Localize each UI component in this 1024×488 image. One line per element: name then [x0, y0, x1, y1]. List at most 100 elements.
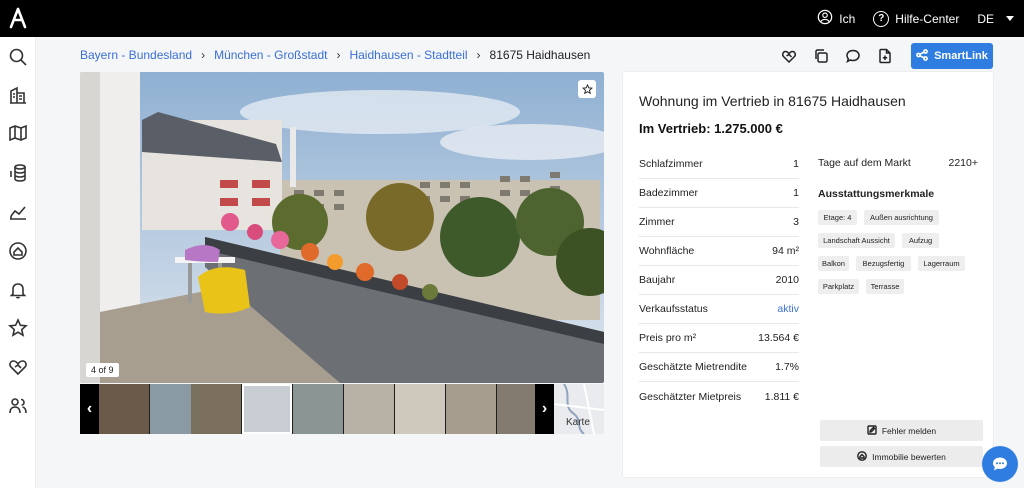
- fact-label: Geschätzte Mietrendite: [639, 361, 747, 373]
- feature-tag: Lagerraum: [918, 256, 965, 271]
- chevron-down-icon: [1006, 16, 1014, 21]
- fact-value: 3: [793, 216, 799, 228]
- fact-label: Schlafzimmer: [639, 158, 703, 170]
- fact-value: 2010: [775, 274, 799, 286]
- copy-icon[interactable]: [811, 46, 831, 66]
- help-center-link[interactable]: ? Hilfe-Center: [873, 10, 960, 27]
- thumbnail[interactable]: [395, 384, 445, 434]
- buildings-icon[interactable]: [6, 83, 30, 107]
- feature-tag: Balkon: [818, 256, 849, 271]
- smartlink-label: SmartLink: [934, 50, 988, 62]
- fact-value: 94 m²: [772, 245, 799, 257]
- listing-title: Wohnung im Vertrieb in 81675 Haidhausen: [639, 93, 906, 109]
- balcony-photo: [80, 72, 604, 383]
- photo-counter: 4 of 9: [86, 363, 119, 377]
- thumbnail-strip: ‹ ›: [80, 384, 604, 434]
- features-title: Ausstattungsmerkmale: [818, 188, 935, 200]
- sidebar: [0, 37, 36, 488]
- thumbnail[interactable]: [446, 384, 496, 434]
- bell-icon[interactable]: [6, 278, 30, 302]
- report-error-label: Fehler melden: [881, 425, 937, 436]
- breadcrumb-separator: ›: [476, 48, 481, 62]
- feature-tag: Bezugsfertig: [856, 256, 911, 271]
- breadcrumb: Bayern - Bundesland › München - Großstad…: [80, 47, 590, 63]
- feature-tag: Etage: 4: [818, 210, 857, 225]
- home-search-icon[interactable]: [6, 239, 30, 263]
- map-icon[interactable]: [6, 121, 30, 145]
- fact-value: 1: [793, 158, 799, 170]
- logo-a-icon[interactable]: [6, 6, 30, 30]
- user-label: Ich: [839, 11, 856, 26]
- top-bar: Ich ? Hilfe-Center DE: [0, 0, 1024, 37]
- fact-row: Preis pro m² 13.564 €: [639, 324, 799, 353]
- fact-label: Badezimmer: [639, 187, 698, 199]
- feature-tag: Landschaft Aussicht: [818, 233, 895, 248]
- days-value: 2210+: [948, 157, 979, 169]
- language-label: DE: [977, 11, 994, 26]
- breadcrumb-city[interactable]: München - Großstadt: [214, 48, 327, 62]
- chat-button[interactable]: [982, 446, 1018, 482]
- listing-details-card: Wohnung im Vertrieb in 81675 Haidhausen …: [623, 72, 993, 477]
- feature-tag: Aufzug: [902, 233, 939, 248]
- breadcrumb-district[interactable]: Haidhausen - Stadtteil: [349, 48, 467, 62]
- rate-property-label: Immobilie bewerten: [872, 451, 946, 462]
- fact-row: Verkaufsstatus aktiv: [639, 295, 799, 324]
- home-rate-icon: [857, 450, 868, 463]
- rate-property-button[interactable]: Immobilie bewerten: [820, 446, 983, 467]
- thumbnail[interactable]: [293, 384, 343, 434]
- thumbnail[interactable]: [344, 384, 394, 434]
- comment-icon[interactable]: [843, 46, 863, 66]
- fact-row: Zimmer 3: [639, 208, 799, 237]
- breadcrumb-separator: ›: [201, 48, 206, 62]
- breadcrumb-separator: ›: [336, 48, 341, 62]
- favorite-star-icon[interactable]: [578, 80, 596, 98]
- fact-row: Schlafzimmer 1: [639, 150, 799, 179]
- add-file-icon[interactable]: [875, 46, 895, 66]
- user-icon: [817, 9, 833, 28]
- smartlink-button[interactable]: SmartLink: [911, 43, 993, 69]
- days-on-market: Tage auf dem Markt 2210+: [818, 157, 978, 169]
- fact-value: 13.564 €: [758, 332, 799, 344]
- fact-label: Preis pro m²: [639, 332, 697, 344]
- star-icon[interactable]: [6, 316, 30, 340]
- money-icon[interactable]: [6, 161, 30, 185]
- search-icon[interactable]: [6, 45, 30, 69]
- share-icon: [916, 48, 928, 64]
- thumbnail[interactable]: [497, 384, 535, 434]
- user-menu[interactable]: Ich: [817, 9, 855, 28]
- heart-handshake-icon[interactable]: [779, 46, 799, 66]
- thumbnail[interactable]: [99, 384, 149, 434]
- breadcrumb-state[interactable]: Bayern - Bundesland: [80, 48, 192, 62]
- report-error-button[interactable]: Fehler melden: [820, 420, 983, 441]
- feature-tag: Außen ausrichtung: [864, 210, 939, 225]
- help-label: Hilfe-Center: [895, 11, 960, 26]
- fact-value: 1.7%: [775, 361, 799, 373]
- prev-photo-button[interactable]: ‹: [80, 384, 99, 434]
- fact-row: Baujahr 2010: [639, 266, 799, 295]
- map-thumbnail[interactable]: Karte: [554, 384, 604, 434]
- listing-photo[interactable]: 4 of 9: [80, 72, 604, 383]
- fact-value: 1.811 €: [764, 390, 799, 403]
- thumbnail-active[interactable]: [242, 384, 292, 434]
- facts-list: Schlafzimmer 1 Badezimmer 1 Zimmer 3 Woh…: [639, 150, 799, 411]
- fact-label: Zimmer: [639, 216, 675, 228]
- feature-tag: Parkplatz: [818, 279, 859, 294]
- fact-label: Geschätzter Mietpreis: [639, 390, 742, 403]
- fact-row: Geschätzte Mietrendite 1.7%: [639, 353, 799, 382]
- users-icon[interactable]: [6, 394, 30, 418]
- map-label: Karte: [566, 417, 590, 428]
- thumbnail[interactable]: [191, 384, 241, 434]
- next-photo-button[interactable]: ›: [535, 384, 554, 434]
- fact-row: Geschätzter Mietpreis 1.811 €: [639, 382, 799, 411]
- heart-handshake-icon[interactable]: [6, 355, 30, 379]
- breadcrumb-current: 81675 Haidhausen: [489, 48, 591, 62]
- fact-label: Verkaufsstatus: [639, 303, 708, 315]
- language-select[interactable]: DE: [977, 12, 1014, 26]
- fact-label: Wohnfläche: [639, 245, 695, 257]
- status-value-link[interactable]: aktiv: [777, 303, 799, 315]
- fact-row: Wohnfläche 94 m²: [639, 237, 799, 266]
- fact-value: 1: [793, 187, 799, 199]
- chart-icon[interactable]: [6, 200, 30, 224]
- chat-icon: [993, 457, 1007, 471]
- feature-tag: Terrasse: [866, 279, 904, 294]
